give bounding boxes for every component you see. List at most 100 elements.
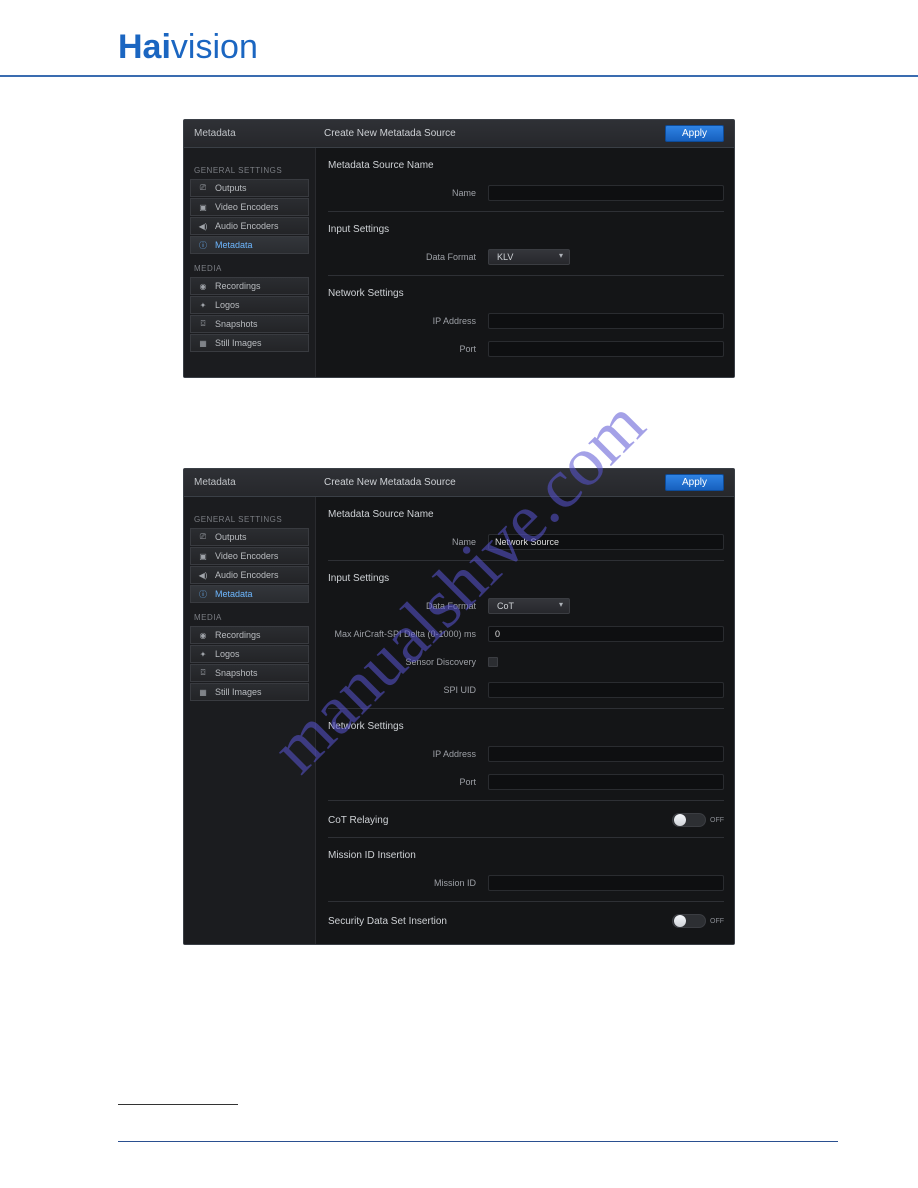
name-input[interactable] [488, 534, 724, 550]
still-images-icon: ▦ [197, 687, 209, 697]
section-cot-relaying: CoT Relaying [328, 815, 388, 826]
metadata-icon: ⓘ [197, 240, 209, 250]
app-subtitle: Create New Metatada Source [324, 128, 665, 139]
ip-label: IP Address [328, 749, 488, 759]
sidebar-item-snapshots[interactable]: ⌼ Snapshots [190, 315, 309, 333]
sidebar-item-metadata[interactable]: ⓘ Metadata [190, 236, 309, 254]
port-label: Port [328, 344, 488, 354]
cot-relaying-state: OFF [710, 817, 724, 824]
format-label: Data Format [328, 601, 488, 611]
outputs-icon: ⎚ [197, 532, 209, 542]
sidebar-item-snapshots[interactable]: ⌼ Snapshots [190, 664, 309, 682]
sidebar-item-label: Logos [215, 300, 240, 310]
format-value: CoT [497, 601, 514, 611]
format-value: KLV [497, 252, 513, 262]
sidebar: GENERAL SETTINGS ⎚ Outputs ▣ Video Encod… [184, 148, 316, 377]
sidebar-heading-media: MEDIA [194, 264, 309, 273]
sidebar-item-still-images[interactable]: ▦ Still Images [190, 334, 309, 352]
section-mission: Mission ID Insertion [328, 838, 724, 867]
sidebar-item-video-encoders[interactable]: ▣ Video Encoders [190, 198, 309, 216]
port-input[interactable] [488, 774, 724, 790]
cot-relaying-toggle[interactable] [672, 813, 706, 827]
sidebar-item-still-images[interactable]: ▦ Still Images [190, 683, 309, 701]
sidebar-item-label: Outputs [215, 532, 247, 542]
sidebar-item-metadata[interactable]: ⓘ Metadata [190, 585, 309, 603]
page-footer [118, 1141, 838, 1148]
delta-input[interactable] [488, 626, 724, 642]
sidebar-item-outputs[interactable]: ⎚ Outputs [190, 528, 309, 546]
sidebar-item-label: Metadata [215, 589, 253, 599]
brand-part2: vision [171, 28, 258, 66]
still-images-icon: ▦ [197, 338, 209, 348]
outputs-icon: ⎚ [197, 183, 209, 193]
video-encoders-icon: ▣ [197, 551, 209, 561]
sidebar-item-video-encoders[interactable]: ▣ Video Encoders [190, 547, 309, 565]
format-label: Data Format [328, 252, 488, 262]
format-select[interactable]: KLV [488, 249, 570, 265]
spi-input[interactable] [488, 682, 724, 698]
sidebar-item-label: Still Images [215, 338, 262, 348]
metadata-icon: ⓘ [197, 589, 209, 599]
discovery-label: Sensor Discovery [328, 657, 488, 667]
main-panel: Metadata Source Name Name Input Settings… [316, 497, 734, 944]
toggle-knob-icon [674, 915, 686, 927]
main-panel: Metadata Source Name Name Input Settings… [316, 148, 734, 377]
sidebar-item-logos[interactable]: ✦ Logos [190, 296, 309, 314]
screenshot-1: Metadata Create New Metatada Source Appl… [183, 119, 735, 378]
audio-encoders-icon: ◀) [197, 570, 209, 580]
apply-button[interactable]: Apply [665, 125, 724, 142]
sidebar-heading-general: GENERAL SETTINGS [194, 515, 309, 524]
video-encoders-icon: ▣ [197, 202, 209, 212]
security-state: OFF [710, 918, 724, 925]
section-input-settings: Input Settings [328, 212, 724, 241]
sidebar-item-label: Snapshots [215, 319, 258, 329]
ip-input[interactable] [488, 746, 724, 762]
recordings-icon: ◉ [197, 630, 209, 640]
snapshots-icon: ⌼ [197, 319, 209, 329]
port-input[interactable] [488, 341, 724, 357]
delta-label: Max AirCraft-SPI Delta (0-1000) ms [328, 629, 488, 639]
format-select[interactable]: CoT [488, 598, 570, 614]
spi-label: SPI UID [328, 685, 488, 695]
section-source-name: Metadata Source Name [328, 148, 724, 177]
sidebar-item-outputs[interactable]: ⎚ Outputs [190, 179, 309, 197]
sidebar-item-label: Logos [215, 649, 240, 659]
logos-icon: ✦ [197, 649, 209, 659]
app-title: Metadata [194, 128, 324, 139]
sidebar-item-label: Audio Encoders [215, 570, 279, 580]
sidebar-item-label: Recordings [215, 630, 261, 640]
mission-id-label: Mission ID [328, 878, 488, 888]
sidebar-item-label: Recordings [215, 281, 261, 291]
sidebar-item-audio-encoders[interactable]: ◀) Audio Encoders [190, 566, 309, 584]
sidebar-item-label: Video Encoders [215, 202, 278, 212]
discovery-checkbox[interactable] [488, 657, 498, 667]
sidebar-heading-general: GENERAL SETTINGS [194, 166, 309, 175]
sidebar-item-recordings[interactable]: ◉ Recordings [190, 277, 309, 295]
sidebar-item-recordings[interactable]: ◉ Recordings [190, 626, 309, 644]
page-header: Haivision [0, 0, 918, 77]
name-label: Name [328, 188, 488, 198]
section-security: Security Data Set Insertion [328, 916, 447, 927]
ip-input[interactable] [488, 313, 724, 329]
sidebar-item-label: Audio Encoders [215, 221, 279, 231]
port-label: Port [328, 777, 488, 787]
name-input[interactable] [488, 185, 724, 201]
app-header: Metadata Create New Metatada Source Appl… [184, 120, 734, 148]
sidebar-item-label: Video Encoders [215, 551, 278, 561]
sidebar-item-logos[interactable]: ✦ Logos [190, 645, 309, 663]
sidebar-item-label: Outputs [215, 183, 247, 193]
brand-part1: Hai [118, 28, 171, 66]
mission-id-input[interactable] [488, 875, 724, 891]
sidebar-heading-media: MEDIA [194, 613, 309, 622]
app-subtitle: Create New Metatada Source [324, 477, 665, 488]
sidebar-item-audio-encoders[interactable]: ◀) Audio Encoders [190, 217, 309, 235]
sidebar-item-label: Still Images [215, 687, 262, 697]
recordings-icon: ◉ [197, 281, 209, 291]
sidebar: GENERAL SETTINGS ⎚ Outputs ▣ Video Encod… [184, 497, 316, 944]
audio-encoders-icon: ◀) [197, 221, 209, 231]
section-input-settings: Input Settings [328, 561, 724, 590]
brand-logo: Haivision [118, 28, 918, 67]
apply-button[interactable]: Apply [665, 474, 724, 491]
security-toggle[interactable] [672, 914, 706, 928]
app-header: Metadata Create New Metatada Source Appl… [184, 469, 734, 497]
